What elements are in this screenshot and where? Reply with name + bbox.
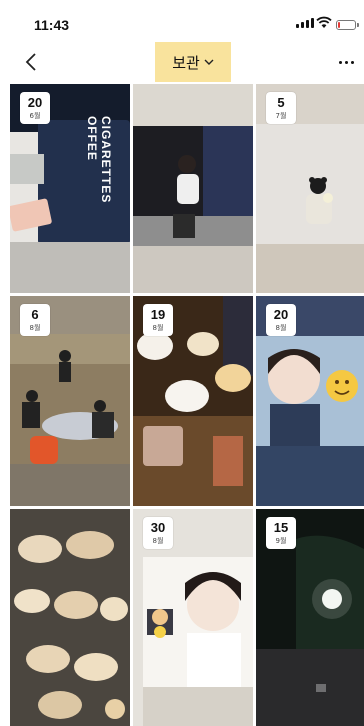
status-time: 11:43 [34,17,70,33]
date-month: 8월 [29,324,41,332]
story-tile[interactable]: 5 7월 [256,84,364,293]
date-day: 20 [27,95,43,110]
cup-text-line2: CIGARETTES [99,116,113,203]
back-chevron-icon[interactable] [20,50,44,74]
wifi-icon [316,16,332,28]
more-options-icon[interactable] [334,50,358,74]
date-month: 8월 [152,324,164,332]
date-badge: 20 6월 [20,92,50,124]
date-month: 9월 [275,537,287,545]
story-tile[interactable] [10,509,130,726]
story-photo [133,84,253,293]
date-month: 8월 [152,537,164,545]
date-badge: 6 8월 [20,304,50,336]
status-bar: 11:43 [0,0,364,40]
story-tile[interactable]: 30 8월 [133,509,253,726]
date-badge: 20 8월 [266,304,296,336]
date-day: 5 [277,95,285,110]
date-month: 7월 [275,112,287,120]
date-month: 6월 [29,112,41,120]
story-tile[interactable]: 19 8월 [133,296,253,506]
archive-dropdown-button[interactable]: 보관 [155,42,231,82]
date-day: 20 [273,307,289,322]
story-tile[interactable]: OFFEE CIGARETTES 20 6월 [10,84,130,293]
date-day: 19 [150,307,166,322]
cellular-signal-icon [296,18,314,28]
date-day: 6 [31,307,39,322]
archive-title: 보관 [172,53,200,72]
story-tile[interactable]: 15 9월 [256,509,364,726]
chevron-down-icon [204,59,214,65]
date-badge: 15 9월 [266,517,296,549]
story-tile[interactable]: 20 8월 [256,296,364,506]
date-month: 8월 [275,324,287,332]
cup-text-line1: OFFEE [85,116,99,161]
navigation-bar: 보관 [0,40,364,84]
battery-icon [336,20,359,30]
date-badge: 30 8월 [143,517,173,549]
date-badge: 19 8월 [143,304,173,336]
story-archive-grid: OFFEE CIGARETTES 20 6월 5 7월 6 8월 19 8월 2… [10,84,364,726]
story-photo [10,509,130,726]
story-tile[interactable] [133,84,253,293]
story-tile[interactable]: 6 8월 [10,296,130,506]
date-badge: 5 7월 [266,92,296,124]
date-day: 30 [150,520,166,535]
date-day: 15 [273,520,289,535]
